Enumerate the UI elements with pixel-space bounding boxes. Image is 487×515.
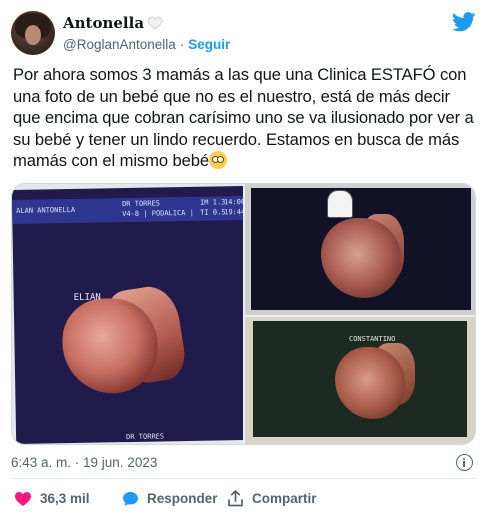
handle-row: @RoglanAntonella · Seguir <box>63 37 230 52</box>
ultrasound-baby-face <box>61 297 159 395</box>
tweet-card: Antonella @RoglanAntonella · Seguir Por … <box>0 0 487 515</box>
display-name[interactable]: Antonella <box>63 14 144 32</box>
divider <box>11 478 476 479</box>
scan-footer: DR TORRES <box>126 432 165 442</box>
reply-bubble-icon <box>123 491 138 506</box>
twitter-bird-icon[interactable] <box>452 12 476 32</box>
ultrasound-photo-constantino[interactable]: CONSTANTINO <box>245 317 475 444</box>
scan-label-elian: ELIAN <box>73 292 101 303</box>
scan-header-name: ALAN ANTONELLA <box>16 205 76 215</box>
share-button[interactable]: Compartir <box>227 490 317 507</box>
share-label: Compartir <box>252 491 317 506</box>
tweet-text: Por ahora somos 3 mamás a las que una Cl… <box>13 64 475 172</box>
scan-header-im: IM 1.3 <box>199 198 226 207</box>
info-icon[interactable] <box>456 454 473 471</box>
media-grid[interactable]: ALAN ANTONELLA DR TORRES V4-8 | PODALICA… <box>11 183 476 445</box>
tweet-timestamp[interactable]: 6:43 a. m. · 19 jun. 2023 <box>11 455 157 470</box>
handle-separator: · <box>179 37 185 52</box>
follow-button[interactable]: Seguir <box>188 37 230 52</box>
ultrasound-screen-bottom-right: CONSTANTINO <box>253 321 467 437</box>
action-bar: 36,3 mil Responder Compartir <box>14 490 317 507</box>
like-button[interactable]: 36,3 mil <box>14 491 122 507</box>
like-heart-icon <box>15 491 31 506</box>
emoji-icon <box>208 151 227 169</box>
ultrasound-baby-face <box>321 218 401 298</box>
scan-header-doctor: DR TORRES <box>121 199 161 209</box>
avatar-face <box>25 25 41 45</box>
ultrasound-photo-elian[interactable]: ALAN ANTONELLA DR TORRES V4-8 | PODALICA… <box>12 184 243 444</box>
reply-label: Responder <box>147 491 218 506</box>
scan-label-constantino: CONSTANTINO <box>349 335 396 343</box>
like-count: 36,3 mil <box>40 491 90 506</box>
scan-header-date: 14:06 <box>223 197 243 207</box>
ultrasound-screen: ALAN ANTONELLA DR TORRES V4-8 | PODALICA… <box>12 185 243 444</box>
share-icon <box>228 490 243 507</box>
white-heart-icon <box>147 16 163 30</box>
ultrasound-baby-face <box>335 347 405 419</box>
scan-header: ALAN ANTONELLA DR TORRES V4-8 | PODALICA… <box>12 195 243 225</box>
scan-header-time: 19:44 <box>224 207 243 217</box>
tweet-body: Por ahora somos 3 mamás a las que una Cl… <box>13 65 474 170</box>
scan-header-ti: TI 0.5 <box>200 208 226 217</box>
ultrasound-photo-top-right[interactable] <box>245 184 475 315</box>
avatar[interactable] <box>11 11 55 55</box>
scan-header-probe: V4-8 | PODALICA | <box>122 208 194 219</box>
handle[interactable]: @RoglanAntonella <box>63 37 176 52</box>
ghost-sticker-icon <box>327 190 353 218</box>
ultrasound-screen-top-right <box>251 188 471 310</box>
reply-button[interactable]: Responder <box>122 491 227 507</box>
author-name-row: Antonella <box>63 14 163 32</box>
